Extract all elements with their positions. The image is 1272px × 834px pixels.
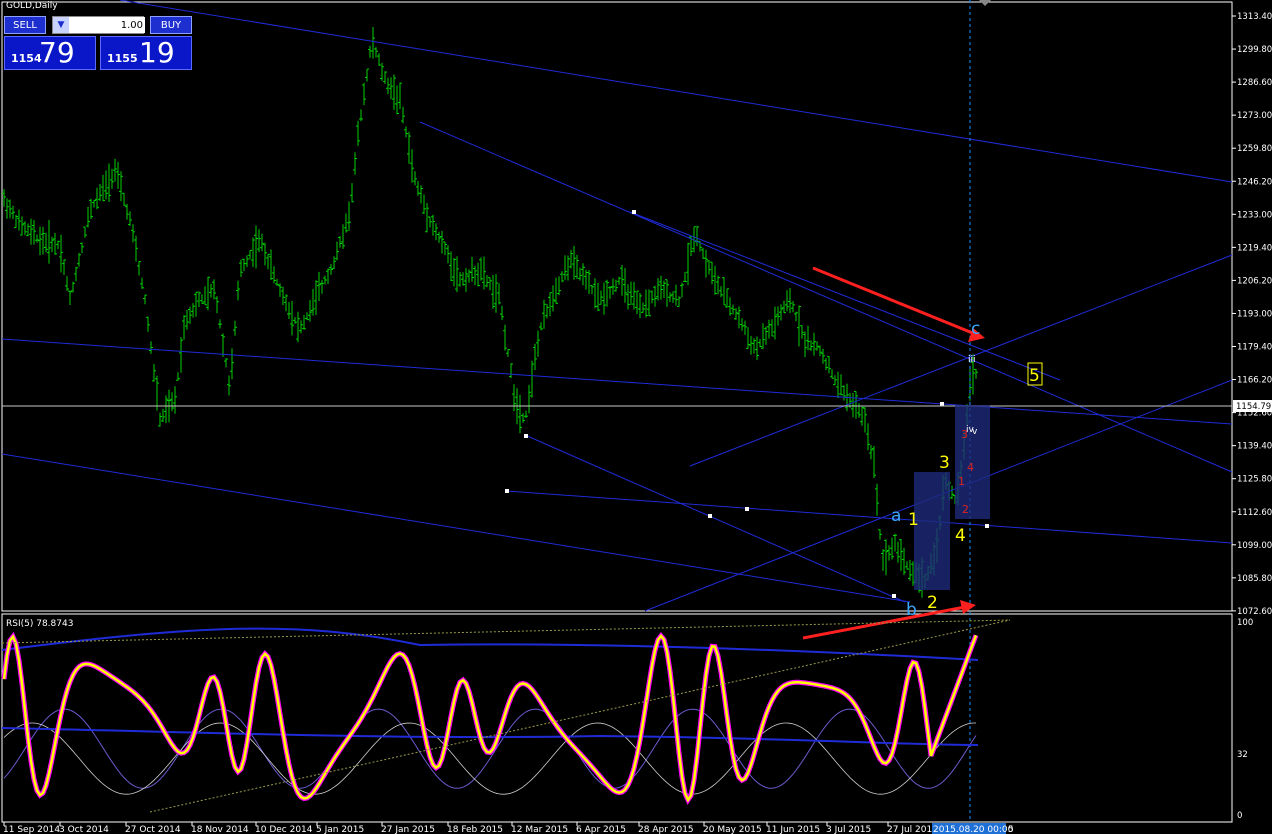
- price-tick-label: 1166.20: [1237, 376, 1272, 386]
- buy-price-small: 1155: [107, 52, 138, 65]
- current-price-value: 1154.79: [1236, 402, 1271, 412]
- price-tick-label: 1206.20: [1237, 276, 1272, 286]
- minor-label-2: 2: [962, 503, 969, 516]
- price-tick-label: 1313.40: [1237, 12, 1272, 22]
- time-tick-label: 6 Apr 2015: [576, 825, 626, 834]
- lot-size-field[interactable]: ▼: [52, 16, 145, 34]
- cursor-marker-icon: [979, 0, 991, 6]
- wave-label-c: c: [971, 319, 980, 339]
- time-tick-label: 10 Dec 2014: [255, 825, 313, 834]
- price-tick-label: 1246.20: [1237, 177, 1272, 187]
- chart-title: GOLD,Daily: [6, 1, 58, 11]
- wave-label-4: 4: [955, 526, 966, 546]
- price-tick-label: 1286.60: [1237, 78, 1272, 88]
- buy-button[interactable]: BUY: [150, 16, 192, 34]
- time-tick-label: 5 Jan 2015: [316, 825, 364, 834]
- price-tick-label: 1273.00: [1237, 111, 1272, 121]
- sub-label-v: v: [972, 427, 978, 437]
- wave-label-2: 2: [927, 593, 938, 613]
- buy-price-display[interactable]: 1155 19: [100, 36, 192, 70]
- price-tick-label: 1219.40: [1237, 243, 1272, 253]
- trendline-flat-1: [506, 490, 1233, 544]
- rsi-level-32: 32: [1237, 750, 1248, 760]
- price-tick-label: 1259.80: [1237, 144, 1272, 154]
- rsi-level-0: 0: [1237, 811, 1242, 821]
- rsi-label: RSI(5) 78.8743: [6, 619, 73, 629]
- time-axis-tail: 5: [1008, 825, 1014, 834]
- wave-label-5: 5: [1029, 366, 1040, 386]
- time-tick-label: 27 Oct 2014: [125, 825, 181, 834]
- time-tick-label: 11 Jun 2015: [766, 825, 820, 834]
- price-tick-label: 1085.80: [1237, 574, 1272, 584]
- wave-label-1: 1: [908, 510, 919, 530]
- sell-price-big: 79: [39, 36, 75, 69]
- time-tick-label: 3 Jul 2015: [826, 825, 871, 834]
- price-tick-label: 1072.60: [1237, 607, 1272, 617]
- trendlines: [1, 0, 1233, 612]
- sell-price-display[interactable]: 1154 79: [4, 36, 96, 70]
- main-chart-frame: [1, 1, 1233, 612]
- minor-label-1: 1: [958, 475, 965, 488]
- price-tick-label: 1233.00: [1237, 210, 1272, 220]
- price-tick-label: 1193.00: [1237, 309, 1272, 319]
- price-tick-label: 1299.80: [1237, 45, 1272, 55]
- one-click-trading-panel: SELL ▼ BUY 1154 79 1155 19: [4, 14, 192, 70]
- price-tick-label: 1099.00: [1237, 541, 1272, 551]
- wave-label-a: a: [891, 506, 901, 526]
- minor-label-4: 4: [967, 461, 974, 474]
- price-tick-label: 1179.40: [1237, 343, 1272, 353]
- trendline-bottom-channel: [1, 453, 911, 603]
- sub-label-iii: iii: [968, 355, 976, 365]
- time-tick-label: 18 Nov 2014: [191, 825, 249, 834]
- price-tick-label: 1139.40: [1237, 442, 1272, 452]
- cursor-time-label: 2015.08.20 00:00: [933, 825, 1014, 834]
- time-axis[interactable]: 11 Sep 20143 Oct 2014 27 Oct 2014 18 Nov 2…: [3, 822, 938, 834]
- price-tick-label: 1112.60: [1237, 508, 1272, 518]
- trendline-lower-channel: [1, 338, 1233, 425]
- rsi-indicator: [1, 627, 979, 806]
- chevron-down-icon[interactable]: ▼: [53, 17, 69, 33]
- trendline-top-channel: [119, 0, 1233, 183]
- wave-label-3: 3: [939, 453, 950, 473]
- time-tick-label: 18 Feb 2015: [447, 825, 503, 834]
- wave-label-b: b: [906, 600, 917, 620]
- time-tick-label: 11 Sep 2014: [3, 825, 60, 834]
- time-tick-label: 12 Mar 2015: [511, 825, 568, 834]
- time-tick-label: 20 May 2015: [703, 825, 762, 834]
- sell-price-small: 1154: [11, 52, 42, 65]
- time-tick-label: 27 Jul 2015: [887, 825, 938, 834]
- price-tick-label: 1125.80: [1237, 475, 1272, 485]
- time-tick-label: 27 Jan 2015: [381, 825, 435, 834]
- time-tick-label: 3 Oct 2014: [59, 825, 109, 834]
- sell-button[interactable]: SELL: [4, 16, 46, 34]
- lot-size-input[interactable]: [71, 17, 145, 33]
- trendline-falling-1: [524, 434, 906, 603]
- buy-price-big: 19: [139, 36, 175, 69]
- trendline-upper-1: [629, 211, 1061, 381]
- trendline-mid-channel: [419, 121, 1233, 473]
- rsi-level-ticks: 100 32 0: [1237, 618, 1253, 821]
- chart-canvas[interactable]: a b c 1 2 3 4 5 1 2 3 4 iii iv v 1313.40…: [0, 0, 1272, 834]
- wave-box-1[interactable]: [914, 472, 950, 590]
- rsi-level-100: 100: [1237, 618, 1253, 628]
- price-bars: [2, 27, 978, 598]
- price-axis[interactable]: 1313.40 1299.80 1286.60 1273.00 1259.80 1246.…: [1232, 12, 1272, 617]
- time-tick-label: 28 Apr 2015: [638, 825, 694, 834]
